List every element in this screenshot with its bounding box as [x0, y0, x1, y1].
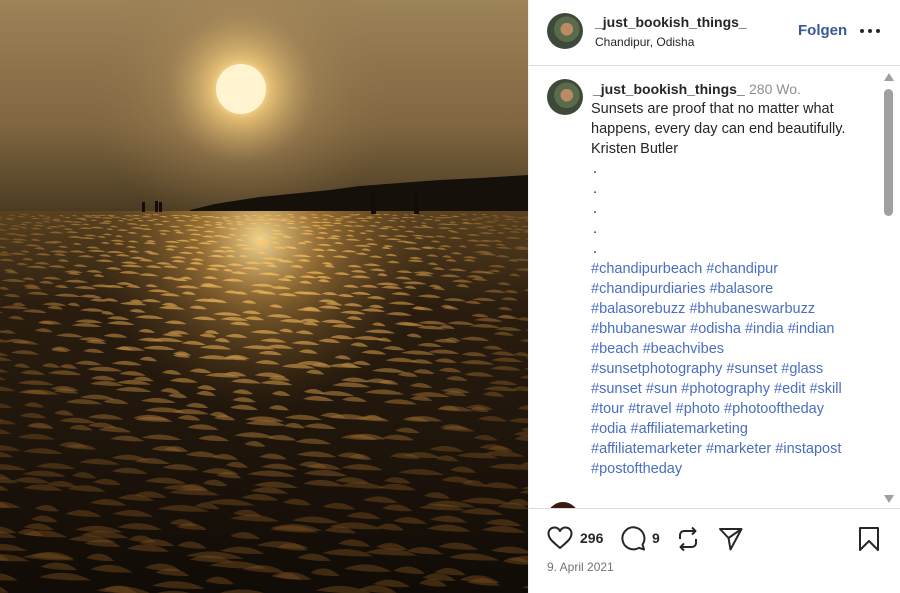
bookmark-icon[interactable]	[858, 526, 880, 552]
scroll-up-arrow-icon[interactable]	[884, 73, 894, 81]
like-count[interactable]: 296	[580, 530, 603, 546]
hashtag-line[interactable]: #affiliatemarketer #marketer #instapost	[591, 439, 881, 459]
hashtag-line[interactable]: #odia #affiliatemarketing	[591, 419, 881, 439]
hashtag-list: #chandipurbeach #chandipur #chandipurdia…	[591, 259, 881, 479]
caption-text: Sunsets are proof that no matter what ha…	[591, 99, 881, 479]
more-options-icon[interactable]	[859, 20, 881, 40]
caption-line: Kristen Butler	[591, 141, 679, 157]
scroll-down-arrow-icon[interactable]	[884, 495, 894, 503]
hashtag-line[interactable]: #chandipurbeach #chandipur	[591, 259, 881, 279]
caption-username[interactable]: _just_bookish_things_	[593, 81, 745, 97]
caption-dot: .	[593, 181, 598, 197]
hashtag-line[interactable]: #bhubaneswar #odisha #india #indian	[591, 319, 881, 339]
comment-count[interactable]: 9	[652, 530, 660, 546]
caption-dot: .	[593, 221, 598, 237]
caption-dot: .	[593, 201, 598, 217]
post-actions: 296 9 9. April 2021	[529, 508, 900, 593]
hashtag-line[interactable]: #sunsetphotography #sunset #glass	[591, 359, 881, 379]
like-heart-icon[interactable]	[547, 526, 573, 550]
caption-line: Sunsets are proof that no matter what	[591, 101, 834, 117]
scroll-thumb[interactable]	[884, 89, 893, 216]
caption-line: happens, every day can end beautifully.	[591, 121, 846, 137]
follow-button[interactable]: Folgen	[798, 22, 847, 39]
post-sidebar: _just_bookish_things_ Chandipur, Odisha …	[528, 0, 900, 593]
repost-icon[interactable]	[676, 526, 700, 552]
hashtag-line[interactable]: #chandipurdiaries #balasore	[591, 279, 881, 299]
hashtag-line[interactable]: #balasorebuzz #bhubaneswarbuzz	[591, 299, 881, 319]
caption-avatar[interactable]	[547, 79, 583, 115]
comment-bubble-icon[interactable]	[620, 526, 646, 552]
author-avatar[interactable]	[547, 13, 583, 49]
hashtag-line[interactable]: #tour #travel #photo #photooftheday	[591, 399, 881, 419]
sunset-beach-image	[0, 0, 528, 593]
post-date: 9. April 2021	[547, 560, 614, 574]
post-location[interactable]: Chandipur, Odisha	[595, 35, 694, 49]
post-photo[interactable]	[0, 0, 528, 593]
caption-dot: .	[593, 241, 598, 257]
caption-scrollbar[interactable]	[881, 73, 894, 505]
caption-block: _just_bookish_things_ 280 Wo. Sunsets ar…	[529, 67, 900, 508]
share-send-icon[interactable]	[718, 526, 744, 552]
caption-dot: .	[593, 161, 598, 177]
post-header: _just_bookish_things_ Chandipur, Odisha …	[529, 0, 900, 66]
author-username[interactable]: _just_bookish_things_	[595, 14, 747, 30]
caption-age: 280 Wo.	[749, 81, 801, 97]
hashtag-line[interactable]: #beach #beachvibes	[591, 339, 881, 359]
hashtag-line[interactable]: #sunset #sun #photography #edit #skill	[591, 379, 881, 399]
hashtag-line[interactable]: #postoftheday	[591, 459, 881, 479]
